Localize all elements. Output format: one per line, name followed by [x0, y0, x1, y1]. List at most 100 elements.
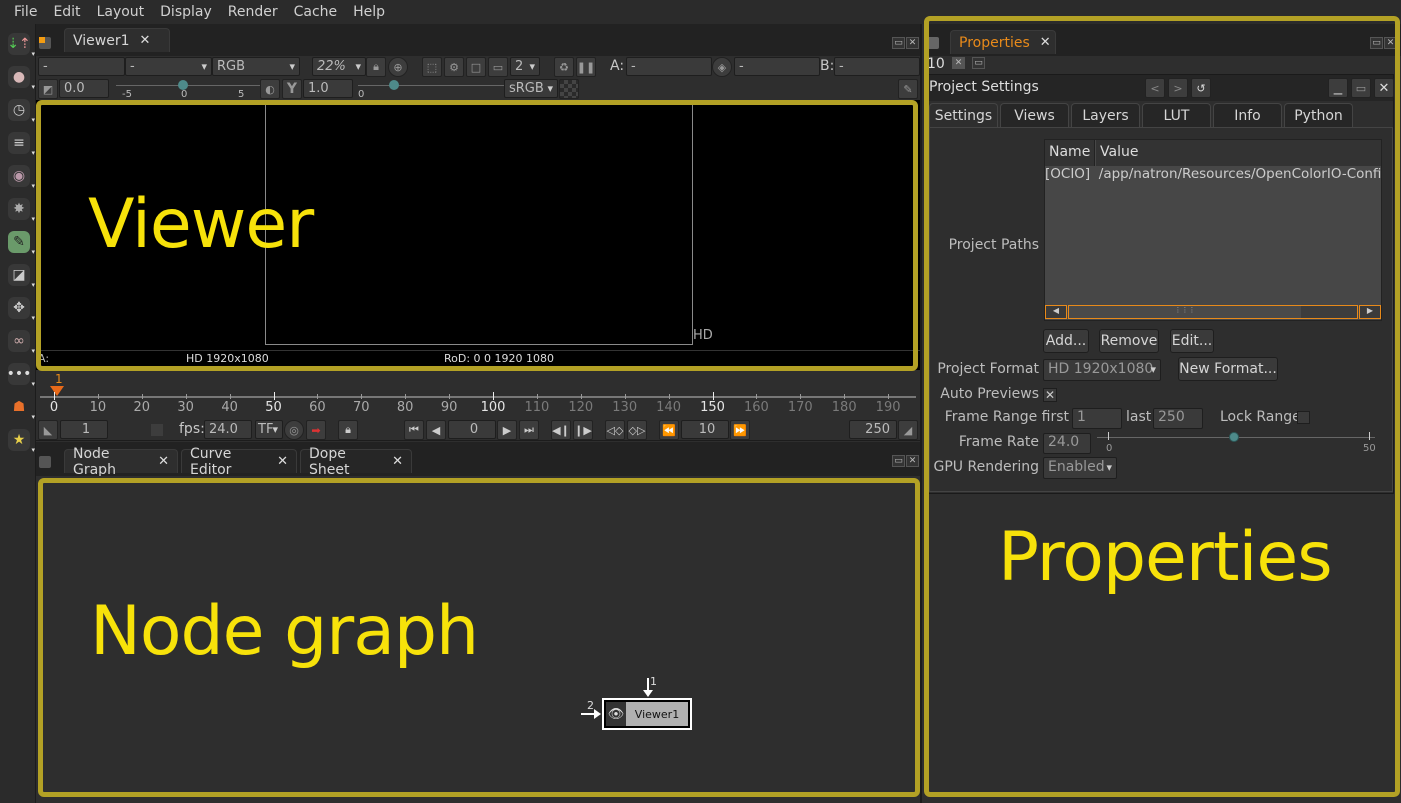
- new-format-button[interactable]: New Format...: [1178, 357, 1278, 381]
- rewind-increment-icon[interactable]: ⏪: [659, 420, 679, 440]
- clear-panels-button[interactable]: ✕: [952, 57, 965, 69]
- add-path-button[interactable]: Add...: [1043, 329, 1089, 353]
- lock-range-checkbox[interactable]: [1297, 411, 1310, 424]
- close-panel-icon[interactable]: ✕: [1374, 78, 1394, 98]
- menu-help[interactable]: Help: [345, 4, 393, 20]
- frame-first-field[interactable]: 1: [1072, 408, 1122, 429]
- close-icon[interactable]: ✕: [1040, 35, 1051, 50]
- previous-frame-icon[interactable]: ◀❙: [551, 420, 571, 440]
- minimize-all-button[interactable]: ▭: [972, 57, 985, 69]
- in-point-field[interactable]: 1: [60, 420, 108, 439]
- color-tool[interactable]: ◉ ▾: [7, 164, 35, 190]
- timeline[interactable]: 1 0 10 20 30 40 50 60 70 80 90 100 110 120 130 140 150 1…: [36, 371, 920, 419]
- auto-previews-checkbox[interactable]: ✕: [1043, 388, 1057, 402]
- menu-render[interactable]: Render: [220, 4, 286, 20]
- gain-field[interactable]: 0.0: [59, 79, 109, 98]
- menu-cache[interactable]: Cache: [286, 4, 346, 20]
- refresh-icon[interactable]: ♻: [554, 57, 574, 77]
- previous-keyframe-icon[interactable]: ◁◇: [605, 420, 625, 440]
- out-point-field[interactable]: 250: [849, 420, 897, 439]
- play-backward-icon[interactable]: ◀: [426, 420, 446, 440]
- eye-icon[interactable]: 👁︎: [606, 702, 626, 726]
- tab-lut[interactable]: LUT: [1142, 103, 1211, 128]
- region-of-interest-icon[interactable]: ⬚: [422, 57, 442, 77]
- checkerboard-icon[interactable]: [559, 79, 579, 99]
- edit-path-button[interactable]: Edit...: [1170, 329, 1214, 353]
- close-icon[interactable]: ✕: [140, 33, 151, 48]
- layer-select[interactable]: -: [38, 57, 125, 76]
- scroll-left-icon[interactable]: ◀: [1045, 305, 1067, 319]
- tab-python[interactable]: Python: [1284, 103, 1353, 128]
- float-pane-button[interactable]: ▭: [892, 455, 905, 467]
- set-out-point-icon[interactable]: ◢: [898, 420, 918, 440]
- first-frame-icon[interactable]: ⏮: [404, 420, 424, 440]
- gamma-slider-handle[interactable]: [389, 80, 399, 90]
- tab-node-graph[interactable]: Node Graph ✕: [64, 446, 178, 478]
- gamma-field[interactable]: 1.0: [303, 79, 353, 98]
- channel-tool[interactable]: ≡ ▾: [7, 131, 35, 157]
- minimize-panel-icon[interactable]: ▁: [1328, 78, 1348, 98]
- clip-to-project-icon[interactable]: □: [466, 57, 486, 77]
- gamma-toggle-icon[interactable]: Y: [282, 79, 302, 99]
- frame-last-field[interactable]: 250: [1153, 408, 1203, 429]
- tab-viewer1[interactable]: Viewer1 ✕: [64, 28, 170, 52]
- image-io-tool[interactable]: ⇣ ⇡ ▾: [7, 32, 35, 58]
- set-in-point-icon[interactable]: ◣: [38, 420, 58, 440]
- column-header-name[interactable]: Name: [1045, 140, 1095, 166]
- zoom-select[interactable]: 22%: [312, 57, 366, 76]
- scroll-right-icon[interactable]: ▶: [1359, 305, 1381, 319]
- tab-layers[interactable]: Layers: [1071, 103, 1140, 128]
- playback-mode-select[interactable]: TF: [255, 420, 283, 439]
- composite-mode-icon[interactable]: ◈: [712, 57, 732, 77]
- tab-properties[interactable]: Properties ✕: [950, 30, 1056, 54]
- playhead-icon[interactable]: [50, 386, 64, 396]
- redo-icon[interactable]: >: [1168, 78, 1188, 98]
- tab-views[interactable]: Views: [1000, 103, 1069, 128]
- time-tool[interactable]: ◷ ▾: [7, 98, 35, 124]
- zoom-in-icon[interactable]: ⊕: [388, 57, 408, 77]
- close-pane-button[interactable]: ✕: [906, 455, 919, 467]
- float-pane-button[interactable]: ▭: [892, 37, 905, 49]
- column-header-value[interactable]: Value: [1096, 140, 1381, 166]
- display-channels-select[interactable]: RGB: [212, 57, 300, 76]
- horizontal-scrollbar[interactable]: ⋮⋮⋮: [1068, 305, 1358, 319]
- input-b-select[interactable]: -: [834, 57, 920, 76]
- frame-rate-slider-handle[interactable]: [1229, 432, 1239, 442]
- merge-tool[interactable]: ◪ ▾: [7, 263, 35, 289]
- other-tool[interactable]: ••• ▾: [7, 362, 35, 388]
- menu-layout[interactable]: Layout: [89, 4, 153, 20]
- close-pane-button[interactable]: ✕: [906, 37, 919, 49]
- remove-path-button[interactable]: Remove: [1099, 329, 1159, 353]
- tab-dope-sheet[interactable]: Dope Sheet ✕: [300, 446, 412, 478]
- gpu-rendering-select[interactable]: Enabled: [1043, 457, 1117, 479]
- tab-settings[interactable]: Settings: [929, 103, 998, 128]
- last-frame-icon[interactable]: ⏭: [519, 420, 539, 440]
- gain-toggle-icon[interactable]: ◩: [38, 79, 58, 99]
- undo-icon[interactable]: <: [1145, 78, 1165, 98]
- filter-tool[interactable]: ✸ ▾: [7, 197, 35, 223]
- close-pane-button[interactable]: ✕: [1384, 37, 1397, 49]
- auto-contrast-icon[interactable]: ◐: [260, 79, 280, 99]
- pane-menu-icon[interactable]: [39, 456, 51, 468]
- composite-operator-select[interactable]: -: [734, 57, 820, 76]
- settings-gear-icon[interactable]: ⚙: [444, 57, 464, 77]
- gamma-slider[interactable]: [358, 85, 504, 86]
- alpha-channel-select[interactable]: -: [125, 57, 212, 76]
- forward-increment-icon[interactable]: ⏩: [730, 420, 750, 440]
- sync-icon[interactable]: ◎: [284, 420, 304, 440]
- frame-rate-field[interactable]: 24.0: [1043, 433, 1091, 454]
- frame-increment-field[interactable]: 10: [681, 420, 729, 439]
- close-icon[interactable]: ✕: [277, 454, 288, 469]
- views-tool[interactable]: ∞ ▾: [7, 329, 35, 355]
- menu-display[interactable]: Display: [152, 4, 220, 20]
- gain-slider[interactable]: [116, 85, 266, 86]
- tab-curve-editor[interactable]: Curve Editor ✕: [181, 446, 297, 478]
- tab-info[interactable]: Info: [1213, 103, 1282, 128]
- next-keyframe-icon[interactable]: ◇▷: [627, 420, 647, 440]
- menu-file[interactable]: File: [6, 4, 45, 20]
- restore-defaults-icon[interactable]: ↺: [1191, 78, 1211, 98]
- render-to-disk-icon[interactable]: ➡: [306, 420, 326, 440]
- proxy-level-select[interactable]: 2: [510, 57, 540, 76]
- float-pane-button[interactable]: ▭: [1370, 37, 1383, 49]
- max-panels-field[interactable]: 10: [927, 56, 945, 72]
